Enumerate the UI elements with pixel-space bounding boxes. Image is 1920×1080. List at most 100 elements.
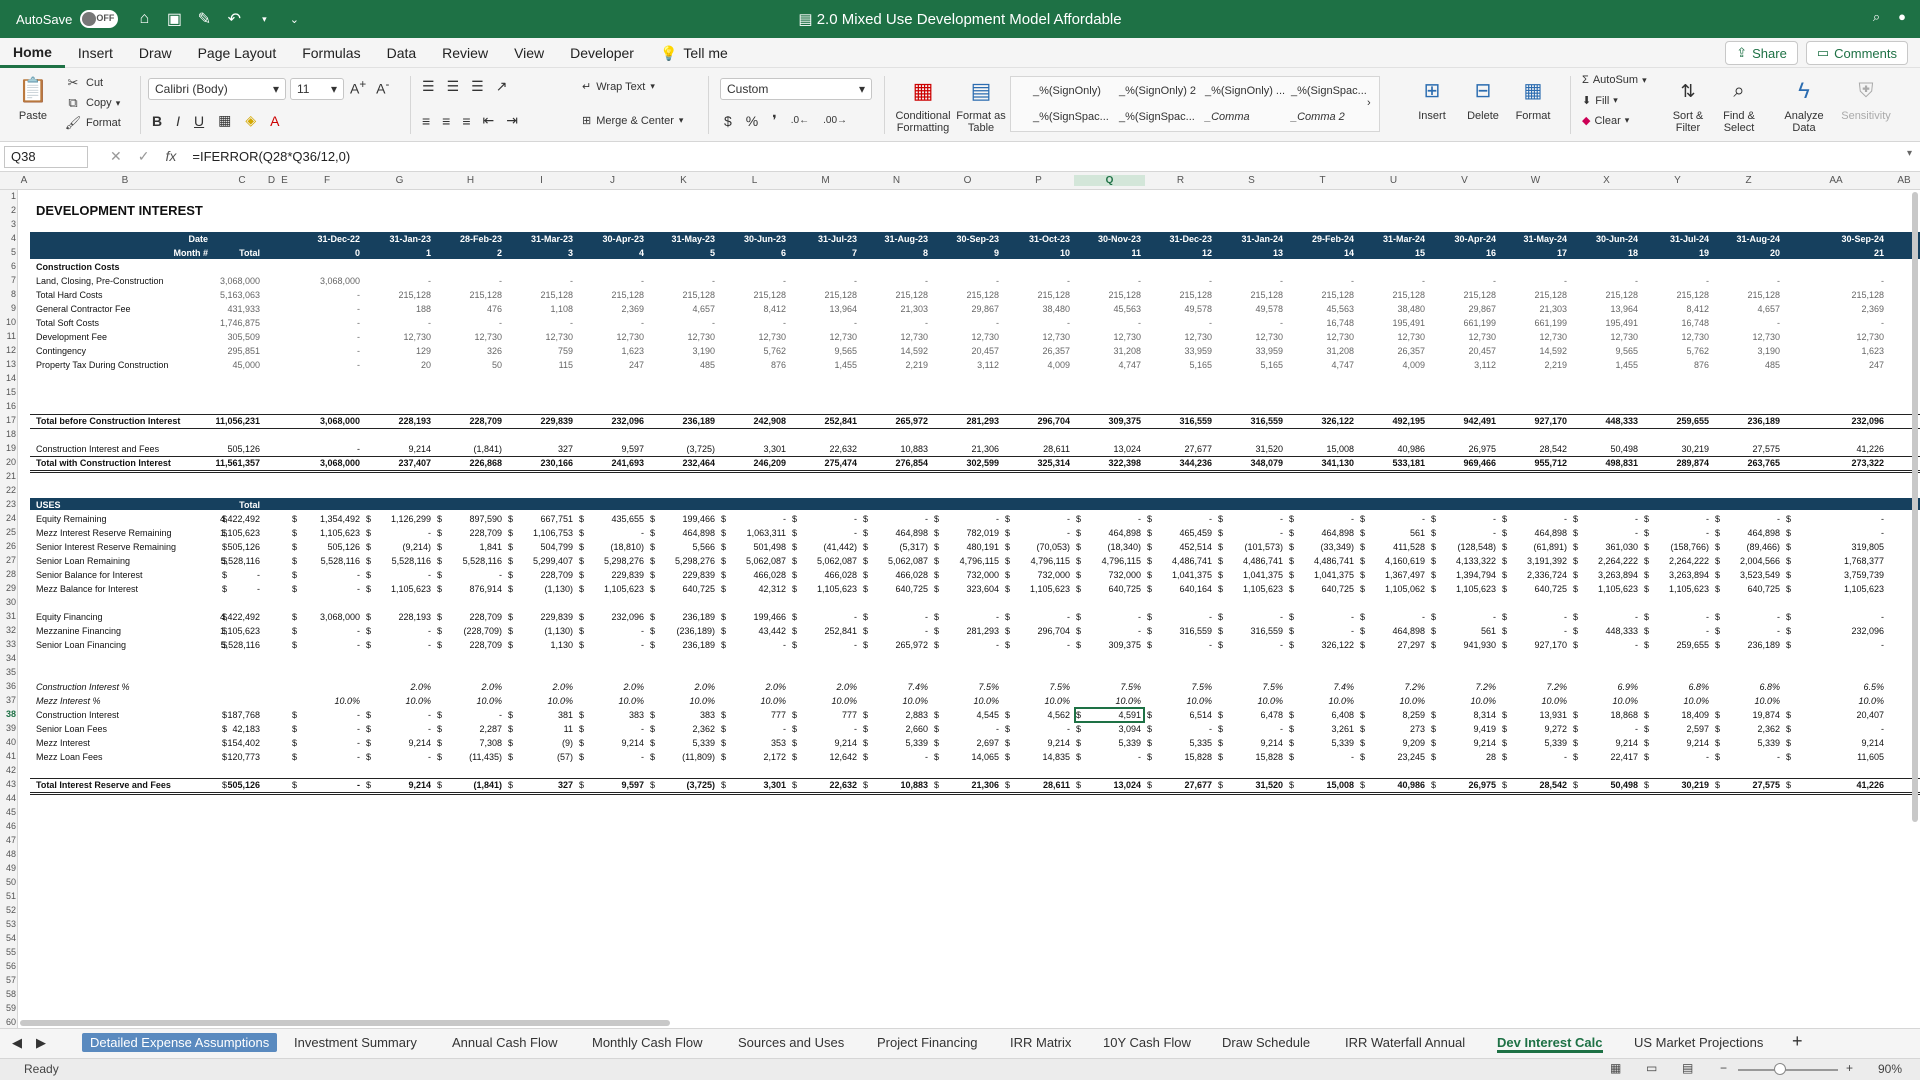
column-header[interactable]: S — [1216, 175, 1287, 186]
autosave-toggle[interactable]: OFF — [80, 10, 119, 28]
worksheet-grid[interactable]: DEVELOPMENT INTEREST Date Month # Total 31-D… — [18, 190, 1920, 1028]
fill-color-icon[interactable]: ◈ — [245, 112, 256, 129]
tab-review[interactable]: Review — [429, 38, 501, 68]
save-icon[interactable]: ▣ — [164, 9, 184, 29]
column-header[interactable]: T — [1287, 175, 1358, 186]
column-header[interactable]: F — [290, 175, 364, 186]
align-top-icon[interactable]: ☰ — [422, 78, 435, 95]
row-header[interactable]: 15 — [0, 387, 16, 397]
font-name-select[interactable]: Calibri (Body) ▾ — [148, 78, 286, 100]
horizontal-scrollbar[interactable] — [20, 1020, 670, 1026]
row-header[interactable]: 12 — [0, 345, 16, 355]
sensitivity-button[interactable]: ⛨ Sensitivity — [1836, 76, 1896, 122]
row-header[interactable]: 7 — [0, 275, 16, 285]
tab-page-layout[interactable]: Page Layout — [185, 38, 290, 68]
autosave-control[interactable]: AutoSave OFF — [16, 10, 119, 28]
row-header[interactable]: 5 — [0, 247, 16, 257]
conditional-formatting-button[interactable]: ▦ Conditional Formatting — [892, 76, 954, 135]
column-header[interactable]: Q — [1074, 175, 1145, 186]
row-header[interactable]: 6 — [0, 261, 16, 271]
format-as-table-button[interactable]: ▤ Format as Table — [952, 76, 1010, 135]
column-header[interactable]: AB — [1888, 175, 1920, 186]
zoom-in-icon[interactable]: + — [1846, 1061, 1853, 1075]
tab-developer[interactable]: Developer — [557, 38, 647, 68]
analyze-data-button[interactable]: ϟ Analyze Data — [1776, 76, 1832, 135]
customize-toolbar-icon[interactable]: ⌄ — [284, 9, 304, 29]
column-header[interactable]: C — [220, 175, 264, 186]
merge-center-button[interactable]: ⊞ Merge & Center ▾ — [582, 114, 683, 128]
row-header[interactable]: 29 — [0, 583, 16, 593]
style-item[interactable]: _%(SignSpac... — [1119, 111, 1195, 123]
sheet-tab[interactable]: Annual Cash Flow — [452, 1035, 558, 1050]
row-header[interactable]: 54 — [0, 933, 16, 943]
tab-data[interactable]: Data — [374, 38, 430, 68]
expand-formula-icon[interactable]: ▾ — [1907, 148, 1912, 159]
row-header[interactable]: 24 — [0, 513, 16, 523]
page-break-view-icon[interactable]: ▤ — [1682, 1061, 1693, 1075]
row-header[interactable]: 1 — [0, 191, 16, 201]
column-header[interactable]: U — [1358, 175, 1429, 186]
row-header[interactable]: 56 — [0, 961, 16, 971]
font-size-select[interactable]: 11 ▾ — [290, 78, 344, 100]
row-header[interactable]: 9 — [0, 303, 16, 313]
italic-icon[interactable]: I — [176, 113, 180, 129]
column-header[interactable]: D — [264, 175, 279, 186]
cell-styles-gallery[interactable]: _%(SignOnly) _%(SignOnly) 2 _%(SignOnly)… — [1010, 76, 1380, 132]
row-header[interactable]: 38 — [0, 709, 16, 719]
column-header[interactable]: I — [506, 175, 577, 186]
row-header[interactable]: 4 — [0, 233, 16, 243]
format-painter-button[interactable]: 🖌 Format — [64, 114, 121, 132]
column-header[interactable]: N — [861, 175, 932, 186]
account-icon[interactable]: ● — [1898, 9, 1906, 25]
align-center-icon[interactable]: ≡ — [442, 113, 450, 129]
function-icon[interactable]: fx — [165, 148, 176, 165]
row-header[interactable]: 35 — [0, 667, 16, 677]
row-header[interactable]: 39 — [0, 723, 16, 733]
sort-filter-button[interactable]: ⇅ Sort & Filter — [1664, 76, 1712, 134]
row-header[interactable]: 48 — [0, 849, 16, 859]
row-header[interactable]: 30 — [0, 597, 16, 607]
column-header[interactable]: M — [790, 175, 861, 186]
row-header[interactable]: 14 — [0, 373, 16, 383]
row-header[interactable]: 49 — [0, 863, 16, 873]
row-header[interactable]: 23 — [0, 499, 16, 509]
row-header[interactable]: 55 — [0, 947, 16, 957]
home-icon[interactable]: ⌂ — [134, 9, 154, 29]
row-header[interactable]: 43 — [0, 779, 16, 789]
find-select-button[interactable]: ⌕ Find & Select — [1714, 76, 1764, 134]
row-header[interactable]: 57 — [0, 975, 16, 985]
increase-decimal-icon[interactable]: .0← — [791, 115, 809, 126]
fill-button[interactable]: ⬇ Fill ▾ — [1582, 94, 1618, 108]
prev-sheet-icon[interactable]: ◀ — [12, 1035, 22, 1051]
row-header[interactable]: 45 — [0, 807, 16, 817]
row-header[interactable]: 37 — [0, 695, 16, 705]
align-right-icon[interactable]: ≡ — [462, 113, 470, 129]
zoom-slider-thumb[interactable] — [1774, 1063, 1786, 1075]
confirm-icon[interactable]: ✓ — [138, 148, 150, 165]
decrease-decimal-icon[interactable]: .00→ — [823, 115, 847, 126]
sheet-tab[interactable]: 10Y Cash Flow — [1103, 1035, 1191, 1050]
row-header[interactable]: 60 — [0, 1017, 16, 1027]
row-header[interactable]: 25 — [0, 527, 16, 537]
column-header[interactable]: E — [279, 175, 290, 186]
sheet-tab[interactable]: IRR Waterfall Annual — [1345, 1035, 1465, 1050]
sheet-tab[interactable]: Monthly Cash Flow — [592, 1035, 703, 1050]
row-header[interactable]: 42 — [0, 765, 16, 775]
undo-icon[interactable]: ↶ — [224, 9, 244, 29]
row-header[interactable]: 27 — [0, 555, 16, 565]
normal-view-icon[interactable]: ▦ — [1610, 1061, 1621, 1075]
clear-button[interactable]: ◆ Clear ▾ — [1582, 114, 1629, 128]
add-sheet-icon[interactable]: + — [1792, 1031, 1803, 1052]
column-header[interactable]: AA — [1784, 175, 1888, 186]
sheet-tab[interactable]: US Market Projections — [1634, 1035, 1763, 1050]
edit-icon[interactable]: ✎ — [194, 9, 214, 29]
row-header[interactable]: 47 — [0, 835, 16, 845]
sheet-tab[interactable]: Draw Schedule — [1222, 1035, 1310, 1050]
underline-icon[interactable]: U — [194, 113, 204, 129]
tab-insert[interactable]: Insert — [65, 38, 126, 68]
column-header[interactable]: A — [18, 175, 30, 186]
share-button[interactable]: ⇪ Share — [1725, 41, 1798, 65]
tab-draw[interactable]: Draw — [126, 38, 185, 68]
undo-dropdown-icon[interactable]: ▾ — [254, 9, 274, 29]
selected-cell[interactable] — [1074, 707, 1145, 723]
